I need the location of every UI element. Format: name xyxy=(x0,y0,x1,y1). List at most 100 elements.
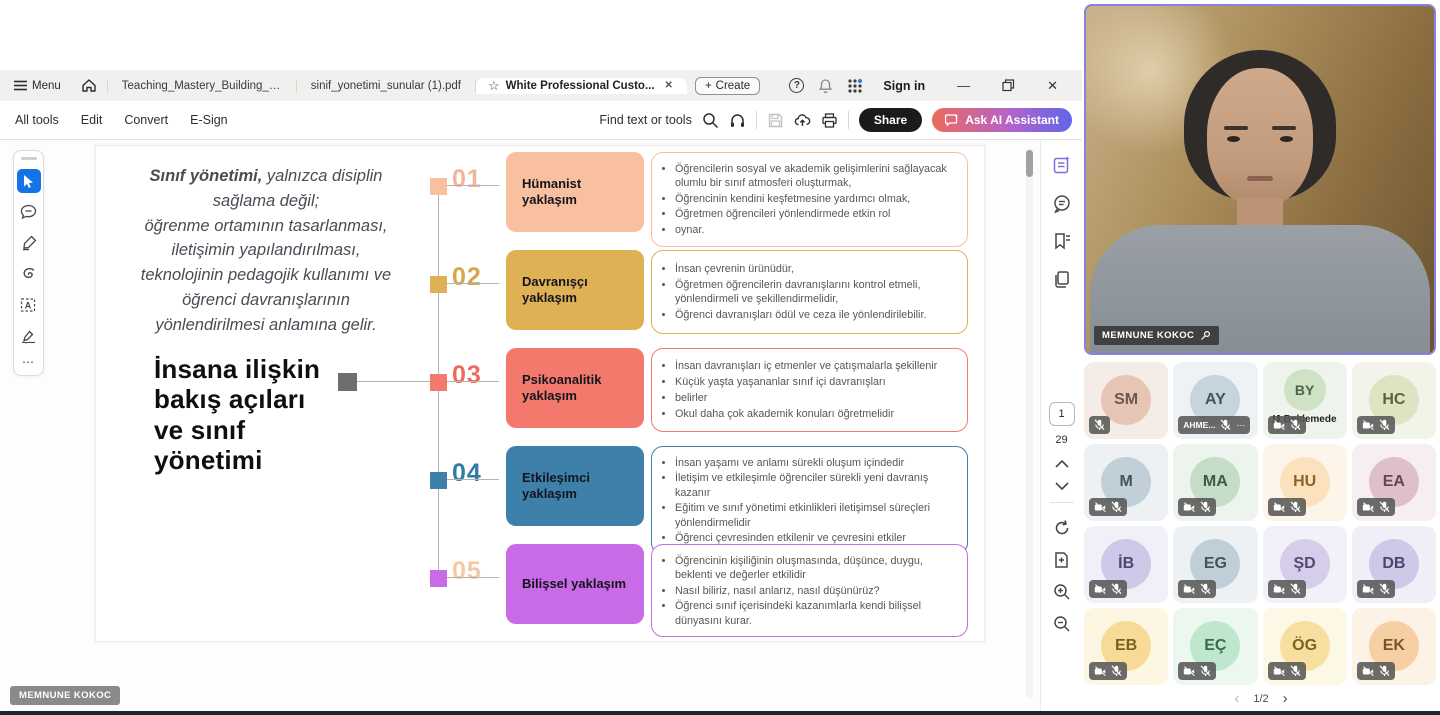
participant-tile[interactable]: AY AHME... ⋯ xyxy=(1173,362,1257,439)
participant-tile[interactable]: EK ⋯ xyxy=(1352,608,1436,685)
ai-label: Ask AI Assistant xyxy=(965,113,1059,127)
toolbar-right: Find text or tools Share Ask AI Assistan… xyxy=(599,108,1082,132)
ask-ai-assistant-button[interactable]: Ask AI Assistant xyxy=(932,108,1072,132)
scrollbar-thumb[interactable] xyxy=(1026,150,1033,177)
taskbar-edge xyxy=(0,711,1440,715)
tab-document-1[interactable]: Teaching_Mastery_Building_Stu... xyxy=(107,80,297,92)
chevron-up-icon[interactable] xyxy=(1055,460,1069,468)
pages-icon xyxy=(1052,270,1071,289)
participant-tile[interactable]: EG ⋯ xyxy=(1173,526,1257,603)
bookmarks-panel-button[interactable] xyxy=(1051,230,1073,252)
approach-label: Etkileşimci yaklaşım xyxy=(506,446,644,526)
participant-tile[interactable]: MA ⋯ xyxy=(1173,444,1257,521)
add-text-tool-button[interactable]: A xyxy=(17,293,41,317)
camera-off-icon xyxy=(1362,420,1374,431)
bell-icon[interactable] xyxy=(818,78,833,94)
share-button[interactable]: Share xyxy=(859,108,922,132)
person-brow xyxy=(1224,126,1248,130)
approach-bullets: Öğrencilerin sosyal ve akademik gelişiml… xyxy=(660,160,957,239)
help-icon[interactable]: ? xyxy=(789,78,804,93)
page-number-input[interactable]: 1 xyxy=(1049,402,1075,426)
participant-tile[interactable]: HC ⋯ xyxy=(1352,362,1436,439)
rotate-icon[interactable] xyxy=(1053,519,1071,537)
divider xyxy=(848,111,849,129)
headset-read-aloud-icon[interactable] xyxy=(729,112,746,129)
camera-off-icon xyxy=(1183,666,1195,677)
rail-drag-handle[interactable] xyxy=(21,157,37,160)
bullet-item: Öğrencinin kişiliğinin oluşmasında, düşü… xyxy=(675,554,957,583)
timeline-node-square xyxy=(430,276,447,293)
person-eye xyxy=(1227,136,1240,142)
participant-tile[interactable]: EÇ ⋯ xyxy=(1173,608,1257,685)
participant-tile[interactable]: ÖG ⋯ xyxy=(1263,608,1347,685)
toolbar-menu-item[interactable]: Edit xyxy=(72,108,112,132)
more-tools-button[interactable]: ⋯ xyxy=(22,355,35,369)
bookmarks-icon xyxy=(1052,232,1071,251)
mic-off-icon xyxy=(1111,665,1122,677)
restore-icon[interactable] xyxy=(1002,79,1015,92)
zoom-in-icon[interactable] xyxy=(1053,583,1071,601)
close-window-icon[interactable]: ✕ xyxy=(1035,78,1070,94)
intro-line: sağlama değil; xyxy=(101,189,431,214)
participant-name-label: AHME... xyxy=(1183,420,1215,430)
participant-tile[interactable]: EB ⋯ xyxy=(1084,608,1168,685)
chevron-down-icon[interactable] xyxy=(1055,482,1069,490)
minimize-icon[interactable]: — xyxy=(945,78,982,93)
participant-tile[interactable]: M ⋯ xyxy=(1084,444,1168,521)
participant-tile[interactable]: İB ⋯ xyxy=(1084,526,1168,603)
bullet-item: Okul daha çok akademik konuları öğretmel… xyxy=(675,407,937,421)
cloud-upload-icon[interactable] xyxy=(794,112,811,129)
fit-page-icon[interactable] xyxy=(1053,551,1070,569)
draw-tool-button[interactable] xyxy=(17,262,41,286)
tab-document-active[interactable]: ☆ White Professional Custo... ✕ xyxy=(476,78,687,94)
apps-grid-icon[interactable] xyxy=(847,78,863,94)
print-icon[interactable] xyxy=(821,112,838,129)
person-mouth xyxy=(1247,176,1273,181)
find-tools-label[interactable]: Find text or tools xyxy=(599,113,691,127)
participant-tile[interactable]: BY Beklemede ⋯ xyxy=(1263,362,1347,439)
bullet-item: Öğrencinin kendini keşfetmesine yardımcı… xyxy=(675,192,957,206)
participant-tile[interactable]: DB ⋯ xyxy=(1352,526,1436,603)
timeline-anchor-line xyxy=(357,381,438,382)
menu-button[interactable]: Menu xyxy=(0,80,71,92)
ai-assistant-panel-button[interactable] xyxy=(1051,154,1073,176)
mic-off-icon xyxy=(1200,583,1211,595)
search-icon[interactable] xyxy=(702,112,719,129)
toolbar-menu-item[interactable]: Convert xyxy=(115,108,177,132)
participant-tile[interactable]: SM ⋯ xyxy=(1084,362,1168,439)
meeting-panel: MEMNUNE KOKOC SM ⋯ xyxy=(1082,0,1440,711)
close-tab-icon[interactable]: ✕ xyxy=(661,78,677,93)
previous-page-icon[interactable]: ‹ xyxy=(1234,690,1239,707)
create-tab-button[interactable]: + Create xyxy=(695,77,760,95)
home-button[interactable] xyxy=(71,78,107,93)
create-label: Create xyxy=(716,80,751,92)
svg-text:A: A xyxy=(25,301,32,311)
participant-badge: ⋯ xyxy=(1268,498,1306,516)
bullet-item: İnsan yaşamı ve anlamı sürekli oluşum iç… xyxy=(675,456,957,470)
star-icon[interactable]: ☆ xyxy=(488,78,500,94)
comments-panel-button[interactable] xyxy=(1051,192,1073,214)
zoom-out-icon[interactable] xyxy=(1053,615,1071,633)
toolbar-menu-item[interactable]: All tools xyxy=(6,108,68,132)
highlight-tool-button[interactable] xyxy=(17,231,41,255)
sign-in-button[interactable]: Sign in xyxy=(883,79,925,93)
speaker-video-tile[interactable]: MEMNUNE KOKOC xyxy=(1084,4,1436,355)
page-title-line: ve sınıf xyxy=(154,415,374,445)
next-page-icon[interactable]: › xyxy=(1283,690,1288,707)
pages-panel-button[interactable] xyxy=(1051,268,1073,290)
menu-label: Menu xyxy=(32,80,61,92)
participant-badge: ⋯ xyxy=(1357,416,1395,434)
participant-tile[interactable]: ŞD ⋯ xyxy=(1263,526,1347,603)
comment-tool-button[interactable] xyxy=(17,200,41,224)
participant-tile[interactable]: EA ⋯ xyxy=(1352,444,1436,521)
tab-document-2[interactable]: sinif_yonetimi_sunular (1).pdf xyxy=(297,80,476,92)
bullet-item: Öğretmen öğrencilerin davranışlarını kon… xyxy=(675,278,957,307)
save-icon[interactable] xyxy=(767,112,784,129)
pin-icon[interactable] xyxy=(1200,330,1211,341)
more-options-icon[interactable]: ⋯ xyxy=(1236,422,1245,428)
toolbar-menu-item[interactable]: E-Sign xyxy=(181,108,237,132)
intro-line: yönlendirilmesi anlamına gelir. xyxy=(101,313,431,338)
select-tool-button[interactable] xyxy=(17,169,41,193)
participant-tile[interactable]: HU ⋯ xyxy=(1263,444,1347,521)
sign-tool-button[interactable] xyxy=(17,324,41,348)
